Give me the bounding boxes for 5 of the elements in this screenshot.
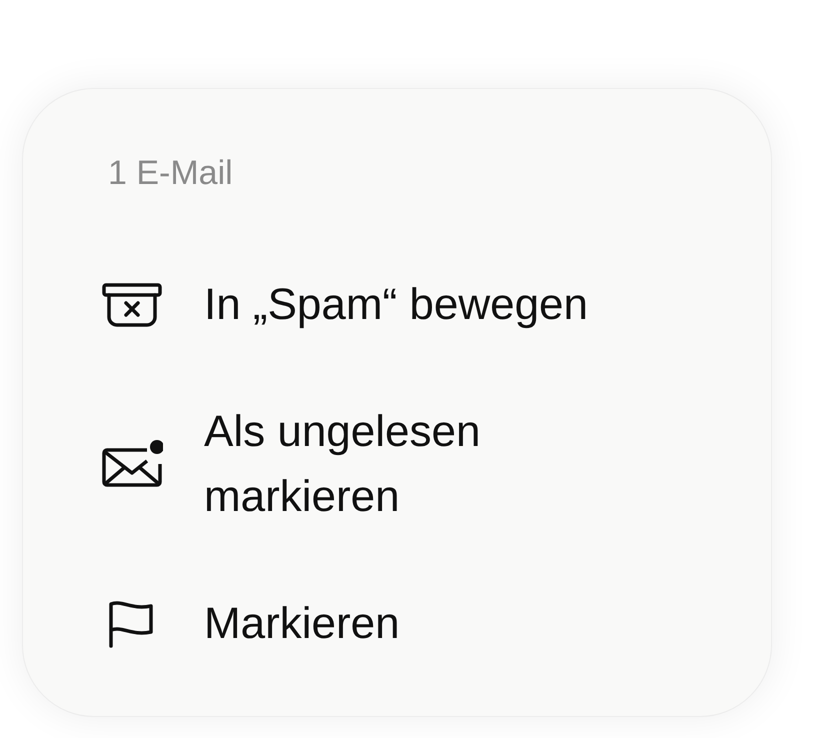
envelope-dot-icon (101, 438, 163, 490)
menu-item[interactable]: Markieren (101, 591, 731, 656)
menu-header: 1 E-Mail (108, 153, 234, 193)
menu-item[interactable]: In „Spam“ bewegen (101, 272, 731, 337)
menu-item[interactable]: Als ungelesen markieren (101, 399, 731, 529)
